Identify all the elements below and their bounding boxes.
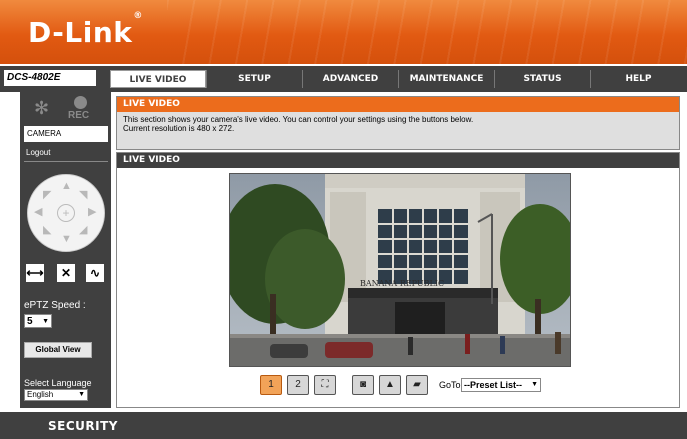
tab-setup[interactable]: SETUP bbox=[206, 70, 302, 88]
dlink-logo: D-Link® bbox=[28, 10, 143, 49]
global-view-button[interactable]: Global View bbox=[24, 342, 92, 358]
info-panel: LIVE VIDEO This section shows your camer… bbox=[116, 96, 680, 150]
folder-icon[interactable]: ▰ bbox=[406, 375, 428, 395]
live-video-feed[interactable]: BANANA REPUBLIC bbox=[229, 173, 571, 367]
camera-field[interactable]: CAMERA bbox=[24, 126, 108, 142]
horizontal-patrol-icon[interactable]: ⟷ bbox=[26, 264, 44, 282]
logout-link[interactable]: Logout bbox=[26, 148, 50, 157]
eptz-speed-label: ePTZ Speed : bbox=[24, 300, 86, 311]
pan-up-icon[interactable]: ▲ bbox=[61, 181, 72, 192]
live-video-panel: LIVE VIDEO BANANA REPUBLIC 1 2 ⛶ ◙ ▲ ▰ G… bbox=[116, 152, 680, 408]
rec-dot-icon bbox=[74, 96, 87, 109]
record-icon[interactable]: ▲ bbox=[379, 375, 401, 395]
pan-up-left-icon[interactable]: ◤ bbox=[43, 190, 51, 201]
language-value: English bbox=[27, 390, 54, 399]
info-panel-description: This section shows your camera's live vi… bbox=[117, 112, 679, 136]
path-patrol-icon[interactable]: ∿ bbox=[86, 264, 104, 282]
ptz-home-icon[interactable]: + bbox=[57, 204, 75, 222]
language-select[interactable]: English ▼ bbox=[24, 389, 88, 401]
header-banner: D-Link® bbox=[0, 0, 687, 64]
live-video-title: LIVE VIDEO bbox=[117, 153, 679, 168]
snapshot-icon[interactable]: ◙ bbox=[352, 375, 374, 395]
pan-down-icon[interactable]: ▼ bbox=[61, 234, 72, 245]
model-slash-decoration: // bbox=[82, 68, 90, 88]
video-toolbar: 1 2 ⛶ ◙ ▲ ▰ GoTo --Preset List-- ▼ bbox=[117, 375, 679, 397]
eptz-speed-value: 5 bbox=[27, 316, 33, 327]
info-line-1: This section shows your camera's live vi… bbox=[123, 115, 474, 124]
info-line-2: Current resolution is 480 x 272. bbox=[123, 124, 235, 133]
pan-left-icon[interactable]: ◀ bbox=[34, 207, 42, 218]
pan-right-icon[interactable]: ▶ bbox=[88, 207, 96, 218]
tab-maintenance[interactable]: MAINTENANCE bbox=[398, 70, 494, 88]
left-sidebar: ✻ REC CAMERA Logout ▲ ▼ ◀ ▶ ◤ ◥ ◣ ◢ + ⟷ … bbox=[20, 92, 111, 408]
motion-icon: ✻ bbox=[34, 98, 50, 118]
language-label: Select Language bbox=[24, 378, 92, 388]
footer-security-label: SECURITY bbox=[48, 419, 118, 433]
stop-icon[interactable]: ✕ bbox=[57, 264, 75, 282]
ptz-control-pad[interactable]: ▲ ▼ ◀ ▶ ◤ ◥ ◣ ◢ + bbox=[27, 174, 105, 252]
tab-live-video[interactable]: LIVE VIDEO bbox=[110, 70, 206, 88]
eptz-speed-select[interactable]: 5 ▼ bbox=[24, 314, 52, 328]
profile-1-icon[interactable]: 1 bbox=[260, 375, 282, 395]
tab-status[interactable]: STATUS bbox=[494, 70, 590, 88]
footer-bar: SECURITY bbox=[0, 412, 687, 439]
rec-label: REC bbox=[68, 110, 90, 121]
profile-2-icon[interactable]: 2 bbox=[287, 375, 309, 395]
tab-help[interactable]: HELP bbox=[590, 70, 686, 88]
main-tabs: LIVE VIDEO SETUP ADVANCED MAINTENANCE ST… bbox=[110, 70, 686, 88]
sidebar-divider bbox=[24, 161, 108, 162]
video-scene-image: BANANA REPUBLIC bbox=[230, 174, 570, 366]
tab-advanced[interactable]: ADVANCED bbox=[302, 70, 398, 88]
chevron-down-icon: ▼ bbox=[531, 381, 538, 388]
chevron-down-icon: ▼ bbox=[42, 318, 49, 325]
pan-up-right-icon[interactable]: ◥ bbox=[79, 190, 87, 201]
preset-list-select[interactable]: --Preset List-- ▼ bbox=[461, 378, 541, 392]
goto-label: GoTo bbox=[439, 380, 461, 390]
pan-down-right-icon[interactable]: ◢ bbox=[79, 225, 87, 236]
pan-down-left-icon[interactable]: ◣ bbox=[43, 225, 51, 236]
top-nav-bar: DCS-4802E // LIVE VIDEO SETUP ADVANCED M… bbox=[0, 66, 687, 92]
header-stripes bbox=[167, 0, 687, 64]
fullscreen-icon[interactable]: ⛶ bbox=[314, 375, 336, 395]
info-panel-title: LIVE VIDEO bbox=[117, 97, 679, 112]
storefront-sign: BANANA REPUBLIC bbox=[360, 279, 444, 288]
preset-list-value: --Preset List-- bbox=[464, 380, 523, 390]
chevron-down-icon: ▼ bbox=[78, 391, 85, 398]
